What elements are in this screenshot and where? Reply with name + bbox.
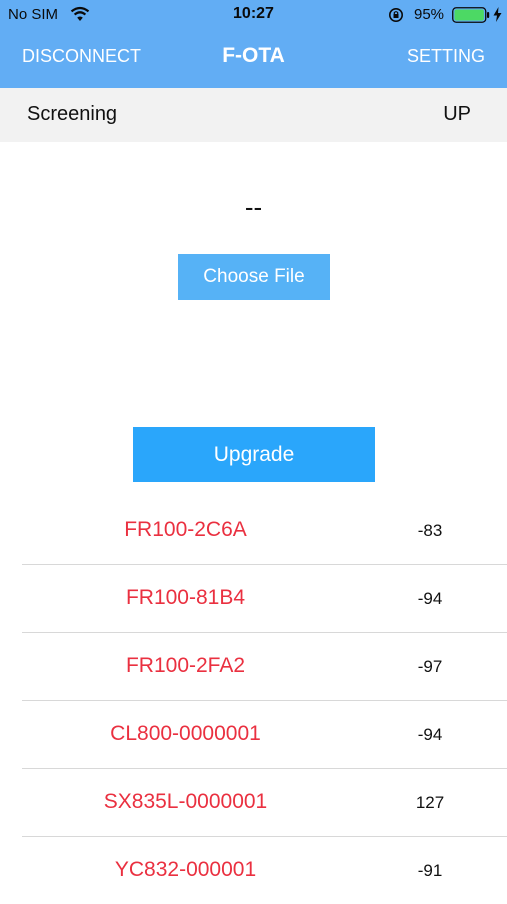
device-rssi: -91 xyxy=(417,861,443,880)
screening-button[interactable]: Screening xyxy=(27,103,117,126)
device-name: SX835L-0000001 xyxy=(103,790,268,813)
device-name: CL800-0000001 xyxy=(110,722,261,745)
filter-bar: Screening UP xyxy=(0,88,507,142)
device-rssi: -94 xyxy=(417,589,443,608)
status-bar: No SIM 10:27 95% xyxy=(0,0,507,30)
selected-file-label: -- xyxy=(244,192,263,222)
device-name: YC832-000001 xyxy=(114,858,257,881)
device-rssi: -97 xyxy=(417,657,443,676)
battery-icon xyxy=(452,7,490,23)
device-rssi: 127 xyxy=(415,793,445,812)
device-list: FR100-2C6A -83 FR100-81B4 -94 FR100-2FA2… xyxy=(0,497,507,904)
orientation-lock-icon xyxy=(389,8,403,22)
device-name: FR100-81B4 xyxy=(125,586,246,609)
up-button[interactable]: UP xyxy=(443,103,471,126)
device-name: FR100-2C6A xyxy=(124,518,247,541)
device-rssi: -94 xyxy=(417,725,443,744)
device-row[interactable]: FR100-2FA2 -97 xyxy=(22,633,507,701)
device-row[interactable]: FR100-81B4 -94 xyxy=(22,565,507,633)
charging-bolt-icon xyxy=(493,7,502,22)
choose-file-button[interactable]: Choose File xyxy=(178,254,330,300)
device-name: FR100-2FA2 xyxy=(125,654,246,677)
header: No SIM 10:27 95% DISCONNECT F-OTA SETTIN… xyxy=(0,0,507,88)
upgrade-button[interactable]: Upgrade xyxy=(133,427,375,482)
device-row[interactable]: FR100-2C6A -83 xyxy=(22,497,507,565)
setting-button[interactable]: SETTING xyxy=(407,46,485,67)
device-row[interactable]: SX835L-0000001 127 xyxy=(22,769,507,837)
battery-percent: 95% xyxy=(414,6,445,23)
device-row[interactable]: CL800-0000001 -94 xyxy=(22,701,507,769)
device-row[interactable]: YC832-000001 -91 xyxy=(22,837,507,904)
device-rssi: -83 xyxy=(417,521,443,540)
